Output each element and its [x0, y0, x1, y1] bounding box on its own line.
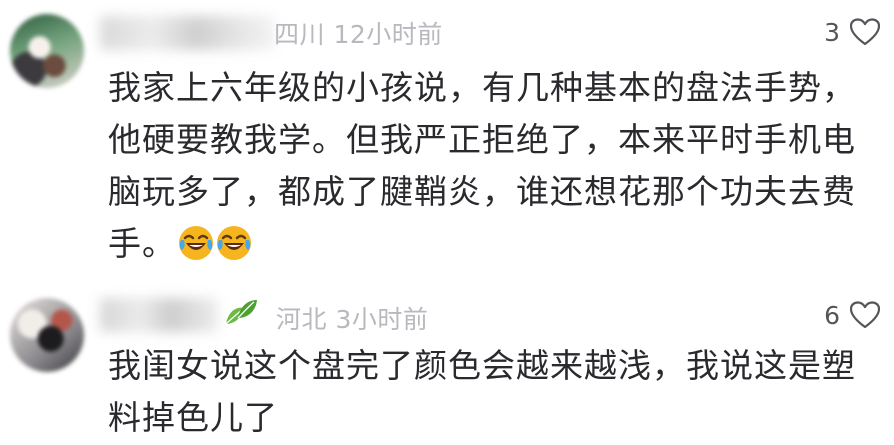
username-blurred[interactable]: [100, 16, 275, 50]
avatar[interactable]: [10, 298, 84, 372]
username-blurred[interactable]: [100, 298, 218, 332]
like-count: 6: [824, 300, 840, 330]
comment-text: 我家上六年级的小孩说，有几种基本的盘法手势，他硬要教我学。但我严正拒绝了，本来平…: [108, 62, 868, 270]
comment-location-time: 河北 3小时前: [276, 305, 429, 334]
heart-icon: [850, 301, 880, 329]
like-count: 3: [824, 17, 840, 47]
like-button[interactable]: 3: [824, 15, 880, 49]
heart-icon: [850, 18, 880, 46]
comment-text: 我闺女说这个盘完了颜色会越来越浅，我说这是塑料掉色儿了: [108, 340, 868, 444]
leaf-icon: [225, 300, 257, 325]
avatar[interactable]: [10, 14, 84, 88]
crying-laughing-icon: [217, 226, 251, 260]
comment-item: 河北 3小时前 6 我闺女说这个盘完了颜色会越来越浅，我说这是塑料掉色儿了: [0, 280, 894, 445]
comment-location-time: 四川 12小时前: [274, 20, 443, 49]
comment-body: 我闺女说这个盘完了颜色会越来越浅，我说这是塑料掉色儿了: [108, 346, 856, 437]
crying-laughing-icon: [179, 226, 213, 260]
like-button[interactable]: 6: [824, 298, 880, 332]
comment-item: 四川 12小时前 3 我家上六年级的小孩说，有几种基本的盘法手势，他硬要教我学。…: [0, 0, 894, 270]
